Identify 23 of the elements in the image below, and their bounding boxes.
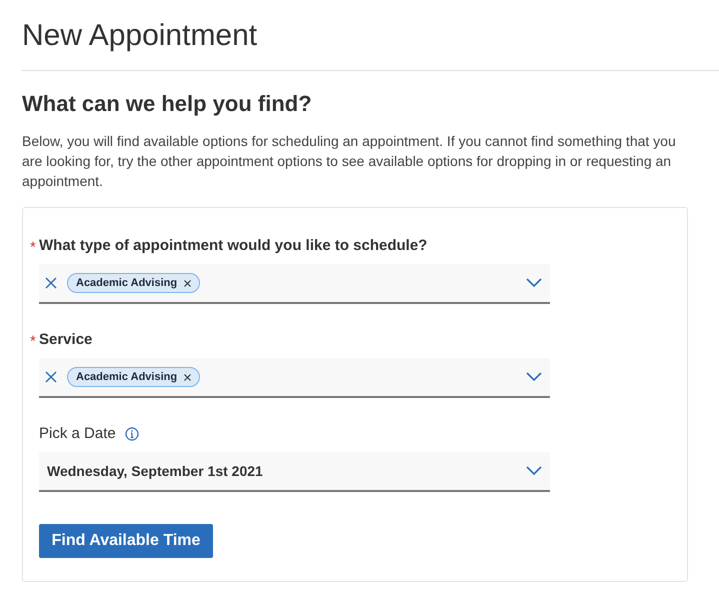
selected-tag[interactable]: Academic Advising (67, 273, 200, 293)
close-icon[interactable] (45, 277, 57, 289)
date-value: Wednesday, September 1st 2021 (47, 462, 263, 481)
required-mark: * (30, 332, 37, 352)
field-label: Service (39, 330, 92, 350)
find-available-time-button[interactable]: Find Available Time (39, 524, 213, 558)
chevron-down-icon[interactable] (526, 466, 542, 476)
close-icon[interactable] (184, 374, 192, 380)
close-icon[interactable] (45, 371, 57, 383)
close-icon[interactable] (184, 280, 192, 286)
required-mark: * (30, 238, 37, 258)
select-field[interactable]: Academic Advising (39, 264, 550, 304)
date-field[interactable]: Wednesday, September 1st 2021 (39, 452, 550, 492)
field-label: What type of appointment would you like to schedule? (39, 236, 428, 256)
chevron-down-icon[interactable] (526, 372, 542, 382)
select-field[interactable]: Academic Advising (39, 358, 550, 398)
field-label: Pick a Date (39, 424, 116, 444)
selected-tag[interactable]: Academic Advising (67, 367, 200, 387)
info-icon[interactable] (124, 427, 139, 441)
section-heading: What can we help you find? (22, 90, 313, 118)
page-title: New Appointment (22, 18, 258, 54)
intro-paragraph: Below, you will find available options for scheduling an appointment. If you cannot find something that you are looking for, try the other appointment options to see available options for dropping in or requesting an appointment. (22, 132, 677, 191)
chevron-down-icon[interactable] (526, 278, 542, 288)
